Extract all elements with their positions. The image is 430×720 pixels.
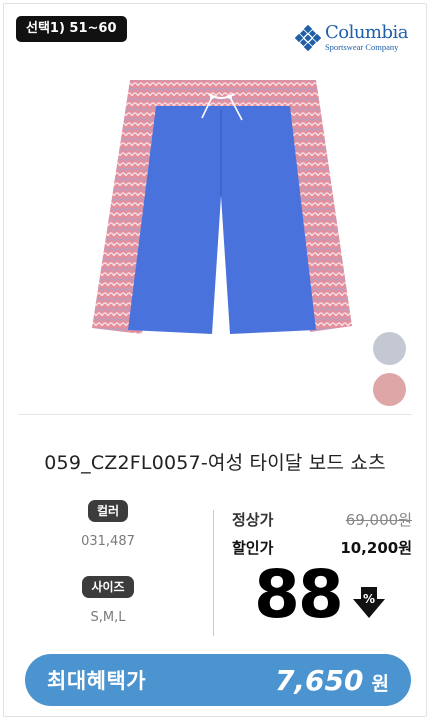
column-divider bbox=[213, 510, 214, 636]
size-label-pill: 사이즈 bbox=[82, 576, 134, 598]
discount-rate: 88 % bbox=[254, 562, 386, 628]
cta-amount: 7,650 bbox=[274, 663, 364, 697]
section-divider bbox=[18, 414, 412, 415]
product-title[interactable]: 059_CZ2FL0057-여성 타이달 보드 쇼츠 bbox=[4, 448, 426, 475]
columbia-diamond-icon bbox=[294, 24, 321, 51]
brand-subtitle: Sportswear Company bbox=[324, 42, 399, 52]
brand-name: Columbia bbox=[324, 22, 409, 43]
size-value: S,M,L bbox=[90, 610, 126, 625]
board-shorts-image[interactable] bbox=[84, 76, 356, 338]
color-label-pill: 컬러 bbox=[87, 500, 129, 522]
cta-label: 최대혜택가 bbox=[47, 669, 147, 693]
product-card[interactable]: 선택1) 51~60 Columbia Sportswear Company 0… bbox=[3, 3, 427, 717]
regular-price-row: 정상가 69,000원 bbox=[232, 509, 412, 530]
sale-price-row: 할인가 10,200원 bbox=[232, 537, 412, 558]
cta-unit: 원 bbox=[371, 672, 389, 695]
color-swatch-pink[interactable] bbox=[373, 373, 406, 406]
max-benefit-price-button[interactable]: 최대혜택가 7,650 원 bbox=[25, 654, 411, 706]
sale-price-label: 할인가 bbox=[232, 539, 274, 557]
cta-price: 7,650 원 bbox=[275, 664, 389, 697]
regular-price-value: 69,000원 bbox=[345, 511, 412, 529]
option-badge: 선택1) 51~60 bbox=[16, 16, 127, 42]
spec-column: 컬러 031,487 사이즈 S,M,L bbox=[4, 500, 212, 652]
color-value: 031,487 bbox=[81, 534, 135, 549]
sale-price-value: 10,200원 bbox=[340, 539, 412, 557]
percent-symbol: % bbox=[363, 592, 375, 606]
discount-percent: 88 bbox=[254, 556, 344, 633]
regular-price-label: 정상가 bbox=[232, 511, 274, 529]
color-swatches bbox=[373, 332, 406, 406]
brand-logo: Columbia Sportswear Company bbox=[294, 22, 409, 52]
color-swatch-gray[interactable] bbox=[373, 332, 406, 365]
percent-down-arrow-icon: % bbox=[352, 587, 385, 618]
